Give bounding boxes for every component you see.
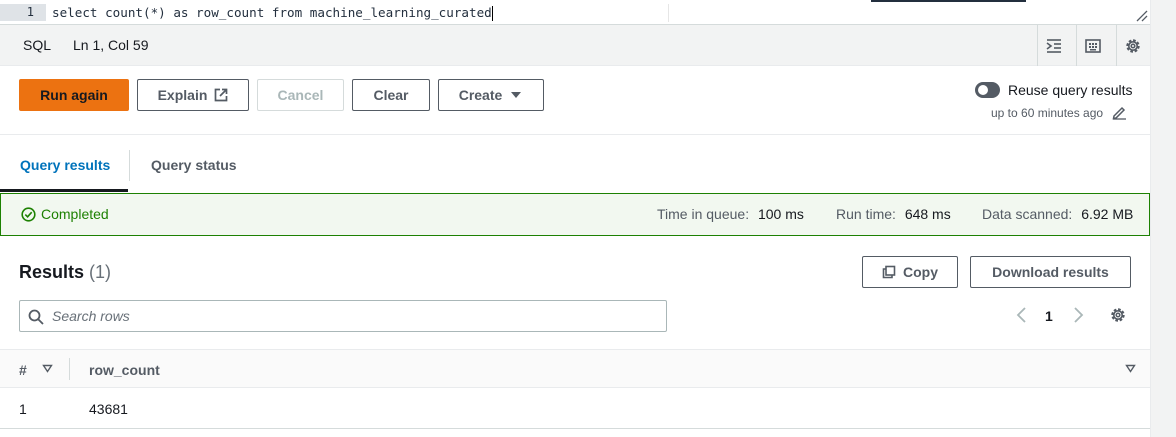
active-tab-indicator <box>0 189 128 192</box>
time-in-queue: Time in queue: 100 ms <box>657 206 804 222</box>
tab-divider <box>129 150 130 181</box>
query-toolbar: Run again Explain Cancel Clear Create Re… <box>0 66 1150 135</box>
results-tabs: Query results Query status <box>0 136 1150 193</box>
status-text: Completed <box>41 206 109 222</box>
data-scanned-value: 6.92 MB <box>1081 206 1134 222</box>
current-page[interactable]: 1 <box>1045 308 1053 324</box>
editor-settings-button[interactable] <box>1116 25 1148 66</box>
table-cell-row-count: 43681 <box>89 401 128 417</box>
column-header-row-count[interactable]: row_count <box>89 362 160 378</box>
reuse-results-label: Reuse query results <box>1008 82 1133 98</box>
run-time: Run time: 648 ms <box>836 206 951 222</box>
create-dropdown-button[interactable]: Create <box>438 79 544 111</box>
horizontal-scrollbar[interactable] <box>871 0 1026 2</box>
time-in-queue-value: 100 ms <box>757 206 804 222</box>
explain-button[interactable]: Explain <box>137 79 249 111</box>
sort-icon[interactable] <box>42 363 53 374</box>
indent-icon <box>1046 38 1061 53</box>
query-editor-page: 1 select count(*) as row_count from mach… <box>0 0 1176 437</box>
copy-label: Copy <box>903 264 938 280</box>
sql-editor[interactable]: 1 select count(*) as row_count from mach… <box>0 0 1150 25</box>
reuse-results-age: up to 60 minutes ago <box>991 106 1104 120</box>
search-rows-input[interactable] <box>52 301 652 331</box>
check-circle-icon <box>21 206 36 222</box>
clear-button[interactable]: Clear <box>352 79 430 111</box>
table-settings-gear-icon[interactable] <box>1109 306 1127 324</box>
text-cursor <box>491 6 493 21</box>
cancel-button[interactable]: Cancel <box>257 79 344 111</box>
table-cell-index: 1 <box>19 401 27 417</box>
pencil-icon[interactable] <box>1111 104 1127 120</box>
tab-query-results[interactable]: Query results <box>20 157 110 173</box>
resize-handle-icon[interactable] <box>1134 8 1148 22</box>
data-scanned: Data scanned: 6.92 MB <box>982 206 1133 222</box>
results-heading: Results (1) <box>19 262 111 283</box>
download-results-button[interactable]: Download results <box>970 256 1131 288</box>
status-completed: Completed <box>21 206 109 222</box>
column-divider <box>69 358 70 380</box>
results-table-header: # row_count <box>0 349 1150 388</box>
chevron-left-icon[interactable] <box>1014 306 1030 324</box>
run-time-label: Run time: <box>836 206 896 222</box>
table-row: 1 43681 <box>0 388 1150 428</box>
editor-status-bar: SQL Ln 1, Col 59 <box>0 25 1150 66</box>
code-text[interactable]: select count(*) as row_count from machin… <box>52 5 492 20</box>
keyboard-icon <box>1084 38 1101 53</box>
reuse-results-toggle[interactable] <box>975 82 1000 98</box>
cursor-position: Ln 1, Col 59 <box>73 37 149 53</box>
column-header-index: # <box>19 362 27 378</box>
code-line[interactable]: select count(*) as row_count from machin… <box>52 4 493 21</box>
copy-icon <box>882 265 896 279</box>
caret-down-icon <box>511 92 522 98</box>
copy-button[interactable]: Copy <box>862 256 958 288</box>
external-link-icon <box>215 88 228 102</box>
search-rows-field[interactable] <box>19 300 667 332</box>
download-label: Download results <box>992 264 1109 280</box>
gear-icon <box>1125 38 1140 53</box>
results-count: (1) <box>89 262 112 282</box>
data-scanned-label: Data scanned: <box>982 206 1073 222</box>
chevron-right-icon[interactable] <box>1070 306 1086 324</box>
page-scroll-gutter <box>1150 0 1176 437</box>
search-icon <box>28 309 44 325</box>
clear-label: Clear <box>373 87 409 103</box>
line-number: 1 <box>0 4 46 21</box>
time-in-queue-label: Time in queue: <box>657 206 750 222</box>
run-again-label: Run again <box>40 87 108 103</box>
run-time-value: 648 ms <box>904 206 951 222</box>
results-title: Results <box>19 262 85 282</box>
tab-query-status[interactable]: Query status <box>151 157 237 173</box>
run-again-button[interactable]: Run again <box>19 79 129 111</box>
format-query-button[interactable] <box>1037 25 1069 66</box>
results-panel: Results (1) Copy Download results 1 <box>0 236 1150 429</box>
explain-label: Explain <box>157 87 208 103</box>
cancel-label: Cancel <box>277 87 324 103</box>
sort-icon[interactable] <box>1125 363 1136 374</box>
create-label: Create <box>458 87 503 103</box>
print-margin <box>668 4 669 22</box>
keyboard-shortcuts-button[interactable] <box>1076 25 1108 66</box>
query-status-banner: Completed Time in queue: 100 ms Run time… <box>0 193 1150 236</box>
language-label: SQL <box>23 37 52 53</box>
